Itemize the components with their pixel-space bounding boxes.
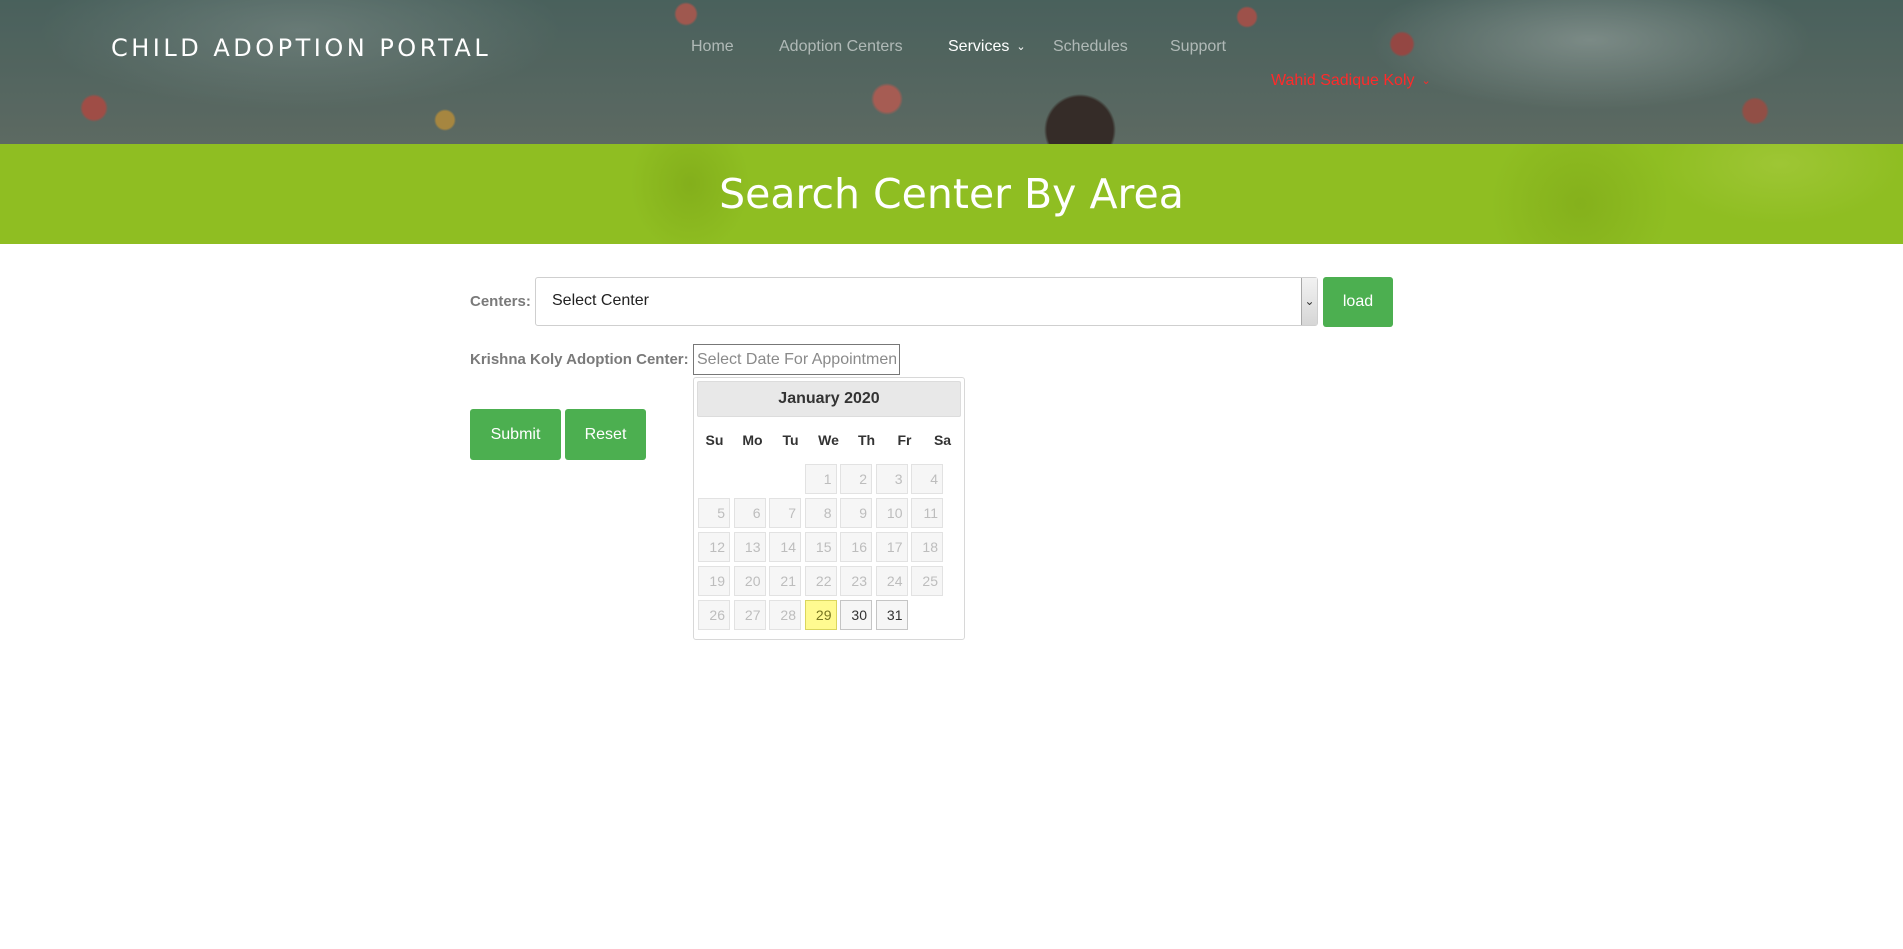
calendar-day: 10 bbox=[875, 498, 908, 528]
calendar-day: 9 bbox=[840, 498, 872, 528]
center-select-value: Select Center bbox=[552, 292, 649, 309]
header-hero: CHILD ADOPTION PORTAL Home Adoption Cent… bbox=[0, 0, 1903, 144]
page-banner: Search Center By Area bbox=[0, 144, 1903, 244]
weekday-header: We bbox=[818, 432, 839, 448]
calendar-day: 27 bbox=[733, 600, 766, 630]
appointment-date-input[interactable] bbox=[693, 344, 900, 375]
user-menu[interactable]: Wahid Sadique Koly ⌄ bbox=[1271, 72, 1431, 90]
calendar-day: 26 bbox=[698, 600, 730, 630]
nav-services[interactable]: Services ⌄ bbox=[948, 38, 1026, 56]
nav-schedules[interactable]: Schedules bbox=[1053, 38, 1128, 56]
calendar-day: 24 bbox=[875, 566, 908, 596]
calendar-day: 7 bbox=[769, 498, 801, 528]
calendar-day: 19 bbox=[698, 566, 730, 596]
calendar-day: 6 bbox=[733, 498, 766, 528]
calendar-day: 22 bbox=[804, 566, 837, 596]
calendar-day: 28 bbox=[769, 600, 801, 630]
nav-support[interactable]: Support bbox=[1170, 38, 1226, 56]
calendar-day: 16 bbox=[840, 532, 872, 562]
center-select[interactable]: Select Center ⌄ bbox=[535, 277, 1318, 326]
datepicker: January 2020 Su Mo Tu We Th Fr Sa 1 2 3 4 5 6 7 8 9 10 11… bbox=[693, 377, 965, 640]
weekday-header: Fr bbox=[897, 432, 912, 448]
calendar-day: 5 bbox=[698, 498, 730, 528]
calendar-day: 8 bbox=[804, 498, 837, 528]
calendar-day: 20 bbox=[733, 566, 766, 596]
centers-label: Centers: bbox=[470, 293, 531, 310]
weekday-header: Th bbox=[857, 432, 876, 448]
user-name: Wahid Sadique Koly bbox=[1271, 72, 1415, 89]
calendar-day: 15 bbox=[804, 532, 837, 562]
calendar-day: 18 bbox=[911, 532, 943, 562]
calendar-day: 17 bbox=[875, 532, 908, 562]
nav-adoption-centers[interactable]: Adoption Centers bbox=[779, 38, 903, 56]
calendar-day: 23 bbox=[840, 566, 872, 596]
calendar-day: 13 bbox=[733, 532, 766, 562]
reset-button[interactable]: Reset bbox=[565, 409, 646, 460]
site-brand[interactable]: CHILD ADOPTION PORTAL bbox=[111, 34, 491, 62]
load-button[interactable]: load bbox=[1323, 277, 1393, 327]
calendar-day: 14 bbox=[769, 532, 801, 562]
chevron-down-icon[interactable]: ⌄ bbox=[1301, 278, 1317, 325]
nav-home[interactable]: Home bbox=[691, 38, 734, 56]
page-title: Search Center By Area bbox=[719, 170, 1184, 218]
weekday-header: Su bbox=[705, 432, 724, 448]
chevron-down-icon: ⌄ bbox=[1016, 41, 1026, 53]
nav-services-label: Services bbox=[948, 38, 1010, 55]
calendar-day: 25 bbox=[911, 566, 943, 596]
weekday-header: Mo bbox=[742, 432, 763, 448]
calendar-day: 2 bbox=[840, 464, 872, 494]
calendar-day[interactable]: 31 bbox=[875, 600, 908, 630]
submit-button[interactable]: Submit bbox=[470, 409, 561, 460]
calendar-day: 1 bbox=[804, 464, 837, 494]
calendar-day[interactable]: 30 bbox=[840, 600, 872, 630]
chevron-down-icon: ⌄ bbox=[1421, 75, 1431, 87]
calendar-day: 11 bbox=[911, 498, 943, 528]
calendar-day: 4 bbox=[911, 464, 943, 494]
weekday-header: Sa bbox=[933, 432, 952, 448]
calendar-day[interactable]: 29 bbox=[804, 600, 837, 630]
weekday-header: Tu bbox=[782, 432, 799, 448]
datepicker-month-title: January 2020 bbox=[697, 381, 961, 417]
center-name-label: Krishna Koly Adoption Center: bbox=[470, 351, 689, 368]
calendar-day: 21 bbox=[769, 566, 801, 596]
calendar-day: 12 bbox=[698, 532, 730, 562]
calendar-day: 3 bbox=[875, 464, 908, 494]
